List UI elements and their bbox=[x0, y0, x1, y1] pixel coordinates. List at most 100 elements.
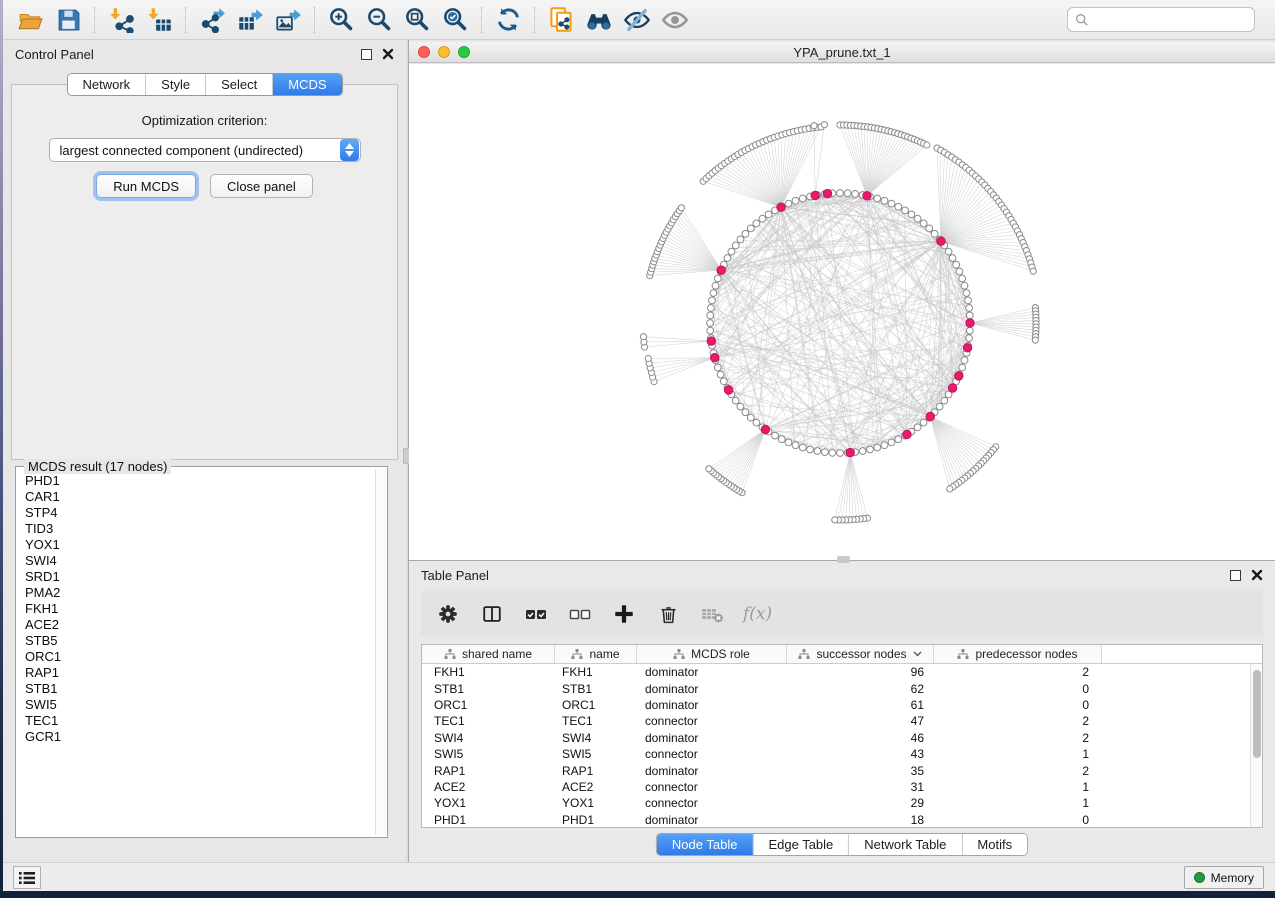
search-input[interactable] bbox=[1089, 13, 1247, 27]
result-node-item[interactable]: SWI5 bbox=[25, 697, 374, 713]
ring-node[interactable] bbox=[837, 190, 844, 197]
hub-node[interactable] bbox=[948, 384, 956, 392]
panel-menu-button[interactable] bbox=[13, 866, 41, 889]
result-node-item[interactable]: TID3 bbox=[25, 521, 374, 537]
table-settings-button[interactable] bbox=[433, 599, 463, 629]
ring-node[interactable] bbox=[966, 305, 973, 312]
ring-node[interactable] bbox=[895, 203, 902, 210]
ring-node[interactable] bbox=[747, 225, 754, 232]
ring-node[interactable] bbox=[920, 419, 927, 426]
criterion-dropdown[interactable]: largest connected component (undirected) bbox=[49, 138, 361, 162]
hub-node[interactable] bbox=[966, 319, 974, 327]
table-row[interactable]: SWI4SWI4dominator462 bbox=[422, 730, 1250, 746]
ring-node[interactable] bbox=[792, 442, 799, 449]
ring-node[interactable] bbox=[709, 297, 716, 304]
ring-node[interactable] bbox=[914, 215, 921, 222]
hide-selected-button[interactable] bbox=[618, 4, 656, 36]
deselect-all-button[interactable] bbox=[565, 599, 595, 629]
ring-node[interactable] bbox=[707, 312, 714, 319]
memory-button[interactable]: Memory bbox=[1184, 866, 1264, 889]
network-graph[interactable] bbox=[409, 64, 1275, 560]
table-tab-motifs[interactable]: Motifs bbox=[961, 834, 1027, 855]
table-row[interactable]: YOX1YOX1connector291 bbox=[422, 795, 1250, 811]
table-row[interactable]: FKH1FKH1dominator962 bbox=[422, 664, 1250, 680]
hub-node[interactable] bbox=[707, 337, 715, 345]
result-node-item[interactable]: TEC1 bbox=[25, 713, 374, 729]
ring-node[interactable] bbox=[707, 327, 714, 334]
hub-node[interactable] bbox=[955, 372, 963, 380]
search-box[interactable] bbox=[1067, 7, 1255, 32]
ring-node[interactable] bbox=[742, 230, 749, 237]
table-row[interactable]: SWI5SWI5connector431 bbox=[422, 746, 1250, 762]
ring-node[interactable] bbox=[792, 197, 799, 204]
zoom-selected-button[interactable] bbox=[436, 4, 474, 36]
table-tab-network-table[interactable]: Network Table bbox=[848, 834, 961, 855]
float-panel-icon[interactable] bbox=[1230, 570, 1241, 581]
leaf-node[interactable] bbox=[645, 355, 651, 361]
result-node-item[interactable]: PMA2 bbox=[25, 585, 374, 601]
table-row[interactable]: ORC1ORC1dominator610 bbox=[422, 697, 1250, 713]
ring-node[interactable] bbox=[963, 290, 970, 297]
hub-node[interactable] bbox=[863, 192, 871, 200]
ring-node[interactable] bbox=[956, 268, 963, 275]
hub-node[interactable] bbox=[937, 237, 945, 245]
ring-node[interactable] bbox=[867, 446, 874, 453]
ring-node[interactable] bbox=[953, 261, 960, 268]
result-node-item[interactable]: CAR1 bbox=[25, 489, 374, 505]
result-node-item[interactable]: STB5 bbox=[25, 633, 374, 649]
ring-node[interactable] bbox=[961, 282, 968, 289]
result-scrollbar[interactable] bbox=[375, 469, 386, 835]
show-columns-button[interactable] bbox=[477, 599, 507, 629]
result-node-item[interactable]: YOX1 bbox=[25, 537, 374, 553]
result-node-item[interactable]: FKH1 bbox=[25, 601, 374, 617]
ring-node[interactable] bbox=[799, 444, 806, 451]
column-header-MCDS-role[interactable]: MCDS role bbox=[637, 645, 787, 663]
ring-node[interactable] bbox=[966, 312, 973, 319]
result-node-item[interactable]: STP4 bbox=[25, 505, 374, 521]
ring-node[interactable] bbox=[759, 215, 766, 222]
ring-node[interactable] bbox=[753, 419, 760, 426]
ring-node[interactable] bbox=[799, 195, 806, 202]
ring-node[interactable] bbox=[959, 364, 966, 371]
leaf-node[interactable] bbox=[1030, 268, 1036, 274]
ring-node[interactable] bbox=[732, 242, 739, 249]
ring-node[interactable] bbox=[949, 255, 956, 262]
ring-node[interactable] bbox=[829, 449, 836, 456]
ring-node[interactable] bbox=[945, 248, 952, 255]
scrollbar-thumb[interactable] bbox=[1253, 670, 1261, 758]
hub-node[interactable] bbox=[823, 189, 831, 197]
ring-node[interactable] bbox=[859, 448, 866, 455]
save-session-button[interactable] bbox=[49, 4, 87, 36]
close-panel-icon[interactable] bbox=[1251, 569, 1263, 581]
delete-column-button[interactable] bbox=[653, 599, 683, 629]
ring-node[interactable] bbox=[778, 436, 785, 443]
ring-node[interactable] bbox=[874, 195, 881, 202]
leaf-node[interactable] bbox=[640, 334, 646, 340]
ring-node[interactable] bbox=[902, 207, 909, 214]
ring-node[interactable] bbox=[714, 275, 721, 282]
zoom-fit-button[interactable] bbox=[398, 4, 436, 36]
ring-node[interactable] bbox=[931, 230, 938, 237]
ring-node[interactable] bbox=[753, 220, 760, 227]
tab-style[interactable]: Style bbox=[145, 74, 205, 95]
column-header-successor-nodes[interactable]: successor nodes bbox=[787, 645, 934, 663]
first-neighbors-button[interactable] bbox=[580, 4, 618, 36]
ring-node[interactable] bbox=[714, 364, 721, 371]
splitter-grip-horizontal[interactable] bbox=[837, 556, 850, 563]
table-scrollbar[interactable] bbox=[1250, 664, 1262, 827]
open-file-button[interactable] bbox=[11, 4, 49, 36]
float-panel-icon[interactable] bbox=[361, 49, 372, 60]
column-header-shared-name[interactable]: shared name bbox=[422, 645, 555, 663]
table-row[interactable]: TEC1TEC1connector472 bbox=[422, 713, 1250, 729]
tab-network[interactable]: Network bbox=[67, 74, 145, 95]
leaf-node[interactable] bbox=[832, 517, 838, 523]
export-image-button[interactable] bbox=[269, 4, 307, 36]
leaf-node[interactable] bbox=[947, 486, 953, 492]
table-row[interactable]: PHD1PHD1dominator180 bbox=[422, 812, 1250, 827]
ring-node[interactable] bbox=[959, 275, 966, 282]
export-table-button[interactable] bbox=[231, 4, 269, 36]
ring-node[interactable] bbox=[914, 424, 921, 431]
ring-node[interactable] bbox=[720, 378, 727, 385]
import-table-button[interactable] bbox=[140, 4, 178, 36]
hub-node[interactable] bbox=[717, 266, 725, 274]
